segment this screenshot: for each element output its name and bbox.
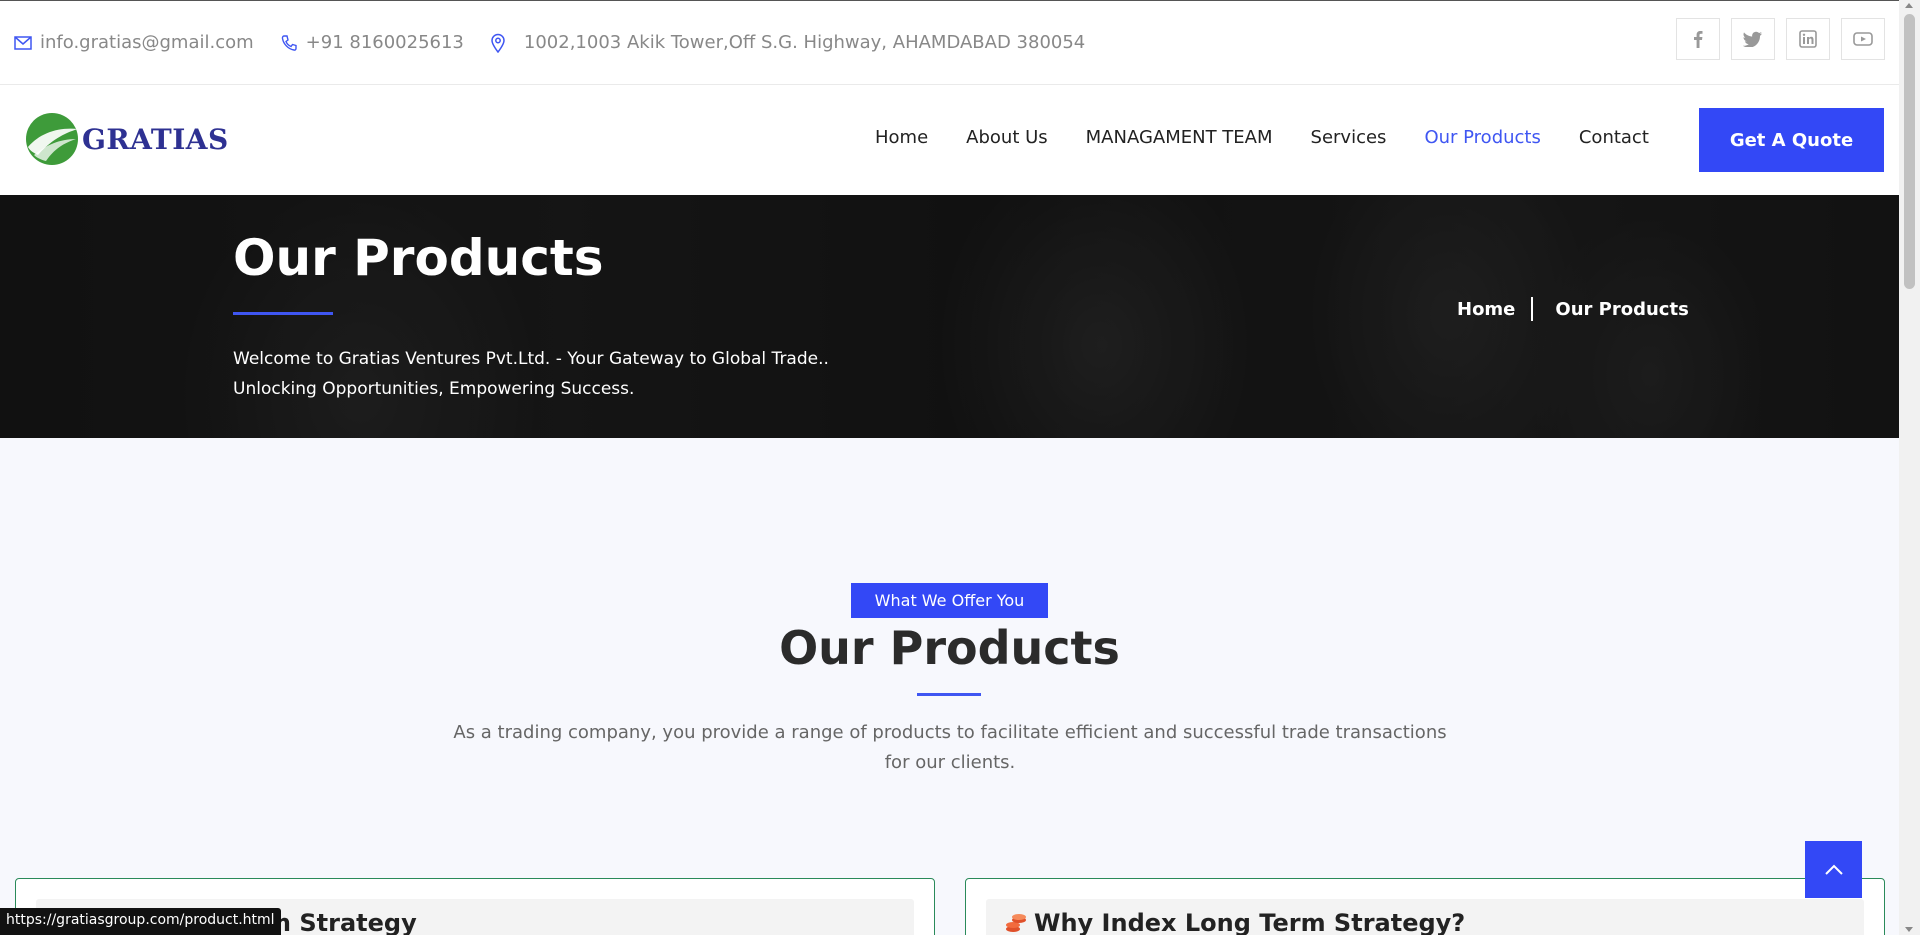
brand-name: GRATIAS	[82, 122, 229, 156]
get-a-quote-button[interactable]: Get A Quote	[1699, 108, 1884, 172]
welcome-line-2: Unlocking Opportunities, Empowering Succ…	[233, 379, 635, 399]
address-contact: 1002,1003 Akik Tower,Off S.G. Highway, A…	[490, 32, 1085, 53]
twitter-link[interactable]	[1731, 18, 1775, 60]
coins-icon	[1006, 914, 1026, 932]
mail-icon	[14, 35, 32, 50]
address-text: 1002,1003 Akik Tower,Off S.G. Highway, A…	[523, 32, 1086, 53]
nav-item-home[interactable]: Home	[875, 127, 928, 148]
product-card[interactable]: Why Index Long Term Strategy?	[965, 878, 1885, 935]
scroll-to-top-button[interactable]	[1805, 841, 1862, 898]
email-text: info.gratias@gmail.com	[40, 32, 254, 53]
card-title-text: m Strategy	[266, 909, 417, 935]
scroll-up-arrow-icon[interactable]	[1905, 3, 1913, 8]
nav-item-management-team[interactable]: MANAGAMENT TEAM	[1086, 127, 1273, 148]
card-title: m Strategy	[266, 909, 417, 935]
section-title: Our Products	[779, 621, 1120, 675]
facebook-link[interactable]	[1676, 18, 1720, 60]
breadcrumb-current: Our Products	[1555, 298, 1689, 320]
page-title: Our Products	[233, 229, 604, 287]
twitter-icon	[1743, 31, 1762, 47]
phone-icon	[281, 34, 297, 51]
section-title-underline	[917, 693, 981, 696]
nav-item-services[interactable]: Services	[1311, 127, 1387, 148]
scroll-down-arrow-icon[interactable]	[1905, 927, 1913, 932]
scrollbar-thumb[interactable]	[1904, 14, 1915, 289]
section-description-line-1: As a trading company, you provide a rang…	[453, 722, 1447, 743]
phone-contact[interactable]: +91 8160025613	[280, 32, 464, 53]
nav-item-about-us[interactable]: About Us	[966, 127, 1048, 148]
gratias-leaf-logo-icon	[26, 113, 78, 165]
breadcrumb: Home Our Products	[1457, 297, 1689, 321]
nav-menu: Home About Us MANAGAMENT TEAM Services O…	[875, 127, 1687, 148]
breadcrumb-separator	[1531, 297, 1534, 321]
contact-info: info.gratias@gmail.com +91 8160025613 10…	[14, 32, 1111, 53]
top-bar: info.gratias@gmail.com +91 8160025613 10…	[0, 0, 1899, 85]
card-title: Why Index Long Term Strategy?	[1004, 909, 1465, 935]
section-badge: What We Offer You	[851, 583, 1048, 618]
main-navigation: GRATIAS Home About Us MANAGAMENT TEAM Se…	[0, 85, 1899, 195]
social-links	[1665, 18, 1885, 60]
section-description-line-2: for our clients.	[884, 752, 1016, 773]
nav-item-contact[interactable]: Contact	[1579, 127, 1649, 148]
linkedin-icon	[1799, 30, 1817, 48]
linkedin-link[interactable]	[1786, 18, 1830, 60]
email-contact[interactable]: info.gratias@gmail.com	[14, 32, 254, 53]
page-scrollbar[interactable]	[1899, 0, 1920, 935]
welcome-line-1: Welcome to Gratias Ventures Pvt.Ltd. - Y…	[233, 349, 829, 369]
status-bar-url: https://gratiasgroup.com/product.html	[0, 908, 281, 935]
page-banner: Our Products Welcome to Gratias Ventures…	[0, 195, 1899, 438]
title-underline	[233, 312, 333, 315]
card-title-text: Why Index Long Term Strategy?	[1034, 909, 1466, 935]
section-description: As a trading company, you provide a rang…	[450, 718, 1450, 778]
welcome-text: Welcome to Gratias Ventures Pvt.Ltd. - Y…	[233, 344, 829, 404]
site-logo[interactable]: GRATIAS	[24, 111, 229, 167]
phone-text: +91 8160025613	[305, 32, 464, 53]
chevron-up-icon	[1824, 864, 1843, 875]
youtube-icon	[1853, 32, 1873, 46]
location-pin-icon	[491, 33, 505, 53]
facebook-icon	[1694, 31, 1703, 48]
breadcrumb-home[interactable]: Home	[1457, 299, 1515, 320]
nav-item-our-products[interactable]: Our Products	[1424, 127, 1540, 148]
youtube-link[interactable]	[1841, 18, 1885, 60]
